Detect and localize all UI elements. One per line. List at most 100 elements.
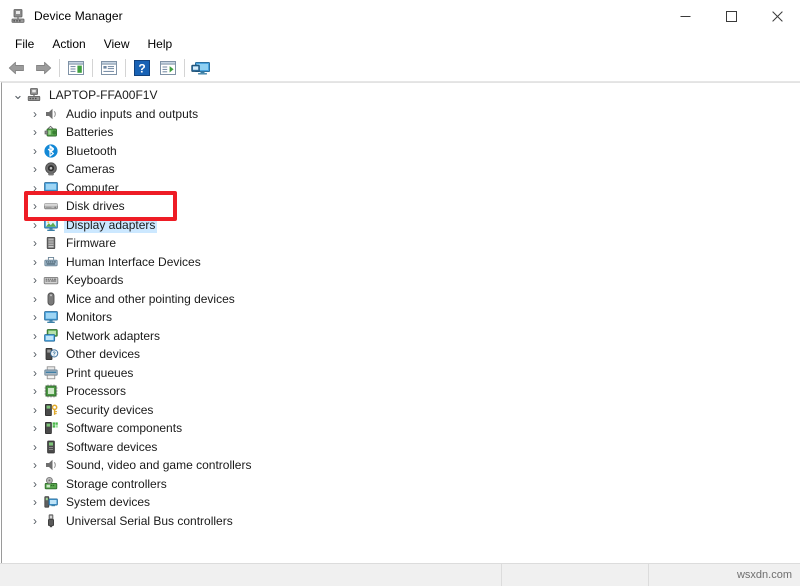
tree-item-label: Other devices [64, 346, 142, 362]
tree-item-label: Computer [64, 180, 121, 196]
chevron-right-icon[interactable]: › [27, 365, 43, 381]
tree-item-system-devices[interactable]: › System devices [2, 493, 800, 512]
back-arrow-icon[interactable] [4, 56, 30, 80]
tree-item-label: Sound, video and game controllers [64, 457, 253, 473]
tree-item-label: Print queues [64, 365, 135, 381]
processor-icon [43, 383, 59, 399]
tree-item-processors[interactable]: › [2, 382, 800, 401]
tree-item-label: Display adapters [64, 217, 157, 233]
show-hide-console-tree-icon[interactable] [63, 56, 89, 80]
device-tree-panel[interactable]: ⌄ LAPTOP-FFA00F1V › [1, 82, 800, 563]
tree-root-label: LAPTOP-FFA00F1V [47, 87, 160, 103]
tree-item-computer[interactable]: › Computer [2, 179, 800, 198]
tree-item-cameras[interactable]: › Cameras [2, 160, 800, 179]
menu-help[interactable]: Help [139, 35, 182, 53]
toolbar: ? [0, 55, 800, 82]
network-adapter-icon [43, 328, 59, 344]
printer-icon [43, 365, 59, 381]
tree-item-other-devices[interactable]: › ? Other devices [2, 345, 800, 364]
properties-icon[interactable] [96, 56, 122, 80]
svg-text:?: ? [138, 61, 145, 75]
chevron-right-icon[interactable]: › [27, 439, 43, 455]
display-adapter-icon [43, 217, 59, 233]
tree-item-network-adapters[interactable]: › Network adapters [2, 327, 800, 346]
tree-item-disk-drives[interactable]: › Disk drives [2, 197, 800, 216]
close-button[interactable] [754, 0, 800, 32]
system-device-icon [43, 494, 59, 510]
tree-item-human-interface-devices[interactable]: › Human Interface Devices [2, 253, 800, 272]
tree-item-storage-controllers[interactable]: › Storage controllers [2, 475, 800, 494]
tree-item-label: Human Interface Devices [64, 254, 203, 270]
bluetooth-icon [43, 143, 59, 159]
chevron-right-icon[interactable]: › [27, 309, 43, 325]
other-device-icon: ? [43, 346, 59, 362]
tree-item-batteries[interactable]: › Batteries [2, 123, 800, 142]
tree-item-sound-video-and-game-controllers[interactable]: › Sound, video and game controllers [2, 456, 800, 475]
menu-view[interactable]: View [95, 35, 139, 53]
camera-icon [43, 161, 59, 177]
firmware-icon [43, 235, 59, 251]
tree-item-monitors[interactable]: › Monitors [2, 308, 800, 327]
chevron-right-icon[interactable]: › [27, 328, 43, 344]
chevron-right-icon[interactable]: › [27, 161, 43, 177]
mouse-icon [43, 291, 59, 307]
status-bar: wsxdn.com [0, 563, 800, 586]
chevron-right-icon[interactable]: › [27, 383, 43, 399]
minimize-button[interactable] [662, 0, 708, 32]
monitor-icon [43, 180, 59, 196]
tree-item-security-devices[interactable]: › Security devices [2, 401, 800, 420]
chevron-right-icon[interactable]: › [27, 124, 43, 140]
tree-item-print-queues[interactable]: › Print queues [2, 364, 800, 383]
toolbar-separator-1 [59, 59, 60, 77]
chevron-down-icon[interactable]: ⌄ [10, 87, 26, 103]
title-bar-left: Device Manager [0, 8, 662, 24]
menu-file[interactable]: File [6, 35, 43, 53]
chevron-right-icon[interactable]: › [27, 106, 43, 122]
chevron-right-icon[interactable]: › [27, 457, 43, 473]
tree-item-label: Monitors [64, 309, 114, 325]
tree-item-display-adapters[interactable]: › Display adapters [2, 216, 800, 235]
tree-item-audio-inputs-and-outputs[interactable]: › Audio inputs and outputs [2, 105, 800, 124]
storage-controller-icon [43, 476, 59, 492]
tree-item-software-devices[interactable]: › Software devices [2, 438, 800, 457]
chevron-right-icon[interactable]: › [27, 254, 43, 270]
toolbar-separator-3 [125, 59, 126, 77]
chevron-right-icon[interactable]: › [27, 513, 43, 529]
chevron-right-icon[interactable]: › [27, 198, 43, 214]
tree-item-keyboards[interactable]: › Keyboards [2, 271, 800, 290]
maximize-button[interactable] [708, 0, 754, 32]
tree-item-mice-and-other-pointing-devices[interactable]: › Mice and other pointing devices [2, 290, 800, 309]
scan-for-hardware-changes-icon[interactable] [188, 56, 214, 80]
chevron-right-icon[interactable]: › [27, 143, 43, 159]
chevron-right-icon[interactable]: › [27, 180, 43, 196]
forward-arrow-icon[interactable] [30, 56, 56, 80]
status-pane-secondary [501, 564, 648, 586]
chevron-right-icon[interactable]: › [27, 476, 43, 492]
chevron-right-icon[interactable]: › [27, 235, 43, 251]
tree-item-label: Disk drives [64, 198, 127, 214]
tree-item-software-components[interactable]: › Software components [2, 419, 800, 438]
help-icon[interactable]: ? [129, 56, 155, 80]
computer-node-icon [26, 87, 42, 103]
tree-item-bluetooth[interactable]: › Bluetooth [2, 142, 800, 161]
chevron-right-icon[interactable]: › [27, 420, 43, 436]
tree-item-universal-serial-bus-controllers[interactable]: › Universal Serial Bus controllers [2, 512, 800, 531]
tree-item-label: Security devices [64, 402, 155, 418]
chevron-right-icon[interactable]: › [27, 346, 43, 362]
menu-action[interactable]: Action [43, 35, 94, 53]
title-bar: Device Manager [0, 0, 800, 33]
device-manager-window: Device Manager File Action View Help [0, 0, 800, 586]
chevron-right-icon[interactable]: › [27, 402, 43, 418]
status-pane-message [0, 564, 501, 586]
menu-bar: File Action View Help [0, 33, 800, 55]
tree-root-node[interactable]: ⌄ LAPTOP-FFA00F1V [2, 86, 800, 105]
chevron-right-icon[interactable]: › [27, 494, 43, 510]
chevron-right-icon[interactable]: › [27, 272, 43, 288]
tree-item-firmware[interactable]: › Firmware [2, 234, 800, 253]
tree-item-label: Software components [64, 420, 184, 436]
tree-item-label: Software devices [64, 439, 159, 455]
chevron-right-icon[interactable]: › [27, 217, 43, 233]
monitor-icon [43, 309, 59, 325]
update-driver-icon[interactable] [155, 56, 181, 80]
chevron-right-icon[interactable]: › [27, 291, 43, 307]
